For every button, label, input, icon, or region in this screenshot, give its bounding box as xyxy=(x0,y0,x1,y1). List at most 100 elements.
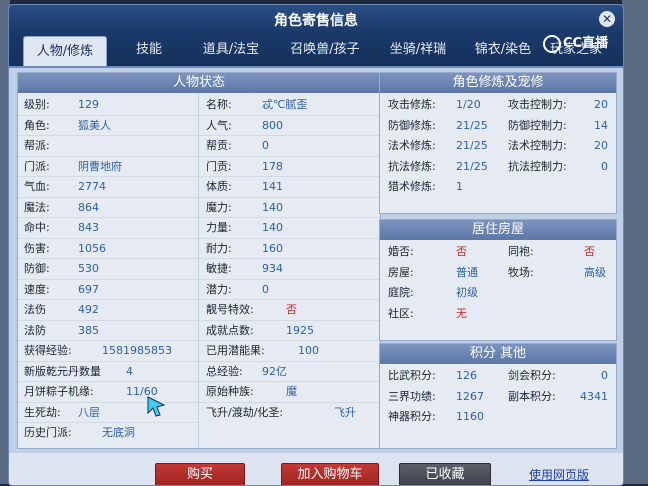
status-left-value: 八层 xyxy=(78,405,100,419)
row-separator xyxy=(199,278,380,280)
row-separator xyxy=(18,319,198,321)
status-left-label: 级别: xyxy=(24,98,50,111)
house-label: 婚否: xyxy=(388,245,414,258)
background-right-edge xyxy=(622,0,648,484)
status-right-value: 忒℃腻歪 xyxy=(262,98,308,111)
points-value: 0 xyxy=(601,369,608,382)
row-separator xyxy=(18,135,198,136)
status-left-value: 864 xyxy=(78,200,99,214)
house-label: 社区: xyxy=(388,306,414,320)
cultivation-label: 法术控制力: xyxy=(508,139,567,152)
house-label: 同袍: xyxy=(508,245,534,258)
row-separator xyxy=(18,360,198,362)
status-right-label: 已用潜能果: xyxy=(206,344,265,357)
status-right-value: 飞升 xyxy=(334,405,356,419)
status-left-label: 角色: xyxy=(24,118,50,132)
tab-bar: 人物/修炼 技能 道具/法宝 召唤兽/孩子 坐骑/祥瑞 锦衣/染色 玩家之家 xyxy=(9,32,623,68)
status-right-value: 否 xyxy=(286,303,297,316)
house-value: 无 xyxy=(456,306,467,320)
cultivation-panel: 角色修炼及宠修 攻击修炼: 1/20 攻击控制力: 20 防御修炼: 21/25 防御控制力… xyxy=(379,72,617,214)
status-right-value: 140 xyxy=(262,200,283,214)
status-left-value: 530 xyxy=(78,262,99,275)
status-left-value: 2774 xyxy=(78,180,106,193)
cultivation-label: 防御修炼: xyxy=(388,118,436,132)
add-to-cart-button[interactable]: 加入购物车 xyxy=(281,463,379,485)
cultivation-value: 20 xyxy=(594,139,608,152)
row-separator xyxy=(18,422,198,423)
tab-outfits[interactable]: 锦衣/染色 xyxy=(461,37,545,63)
row-separator xyxy=(18,401,198,403)
cultivation-label: 攻击控制力: xyxy=(508,98,567,111)
status-right-value: 141 xyxy=(262,180,283,193)
row-separator xyxy=(199,217,380,218)
row-separator xyxy=(18,258,198,259)
tab-pets[interactable]: 召唤兽/孩子 xyxy=(277,37,373,63)
status-left-label: 命中: xyxy=(24,221,50,234)
status-right-label: 靓号特效: xyxy=(206,303,254,316)
status-right-label: 耐力: xyxy=(206,241,232,255)
status-right-value: 92亿 xyxy=(262,364,287,378)
cultivation-value: 20 xyxy=(594,98,608,111)
status-right-value: 140 xyxy=(262,221,283,234)
status-left-value: 1581985853 xyxy=(102,344,172,357)
row-separator xyxy=(18,155,198,157)
window-title: 角色寄售信息 xyxy=(274,13,358,29)
points-label: 比武积分: xyxy=(388,369,436,382)
cultivation-label: 防御控制力: xyxy=(508,118,567,132)
tab-items[interactable]: 道具/法宝 xyxy=(189,37,273,63)
tab-character[interactable]: 人物/修炼 xyxy=(23,36,107,66)
row-separator xyxy=(199,258,380,259)
row-separator xyxy=(18,278,198,280)
cultivation-value: 21/25 xyxy=(456,118,488,132)
status-left-label: 魔法: xyxy=(24,200,50,214)
status-right-value: 0 xyxy=(262,282,269,296)
row-separator xyxy=(199,381,380,382)
row-separator xyxy=(199,237,380,239)
status-left-label: 新版乾元丹数量 xyxy=(24,364,101,378)
status-right-value: 800 xyxy=(262,118,283,132)
points-value: 4341 xyxy=(580,389,608,403)
status-left-value: 1056 xyxy=(78,241,106,255)
row-separator xyxy=(18,340,198,341)
role-sale-window: 角色寄售信息 ✕ 人物/修炼 技能 道具/法宝 召唤兽/孩子 坐骑/祥瑞 锦衣/… xyxy=(8,4,624,486)
status-left-value: 492 xyxy=(78,303,99,316)
cultivation-value: 1/20 xyxy=(456,98,481,111)
status-right-value: 0 xyxy=(262,139,269,152)
cultivation-value: 21/25 xyxy=(456,159,488,173)
cultivation-header: 角色修炼及宠修 xyxy=(380,73,616,93)
points-value: 1267 xyxy=(456,389,484,403)
cultivation-value: 1 xyxy=(456,180,463,193)
row-separator xyxy=(18,299,198,300)
status-left-value: 843 xyxy=(78,221,99,234)
status-left-label: 获得经验: xyxy=(24,344,72,357)
points-label: 剑会积分: xyxy=(508,369,556,382)
status-right-value: 魔 xyxy=(286,385,297,398)
status-column-divider xyxy=(198,93,199,448)
web-version-link[interactable]: 使用网页版 xyxy=(529,466,589,483)
cultivation-value: 21/25 xyxy=(456,139,488,152)
status-right-label: 帮贡: xyxy=(206,139,232,152)
tab-mounts[interactable]: 坐骑/祥瑞 xyxy=(375,37,461,63)
cultivation-label: 攻击修炼: xyxy=(388,98,436,111)
tab-skills[interactable]: 技能 xyxy=(119,37,179,63)
status-left-label: 月饼粽子机缘: xyxy=(24,385,94,398)
status-left-value: 狐美人 xyxy=(78,118,111,132)
buy-button[interactable]: 购买 xyxy=(155,463,245,485)
status-right-value: 178 xyxy=(262,159,283,173)
row-separator xyxy=(18,114,198,116)
close-button[interactable]: ✕ xyxy=(599,11,615,27)
row-separator xyxy=(199,319,380,321)
house-label: 房屋: xyxy=(388,265,414,279)
row-separator xyxy=(18,176,198,177)
house-value: 普通 xyxy=(456,265,478,279)
status-right-label: 成就点数: xyxy=(206,323,254,337)
favorited-button[interactable]: 已收藏 xyxy=(399,463,491,485)
status-right-label: 名称: xyxy=(206,98,232,111)
cultivation-value: 14 xyxy=(594,118,608,132)
cc-logo-text: CC直播 xyxy=(563,36,609,51)
status-left-label: 历史门派: xyxy=(24,426,72,439)
status-left-label: 伤害: xyxy=(24,241,50,255)
status-right-label: 原始种族: xyxy=(206,385,254,398)
status-right-label: 体质: xyxy=(206,180,232,193)
status-left-label: 生死劫: xyxy=(24,405,61,419)
